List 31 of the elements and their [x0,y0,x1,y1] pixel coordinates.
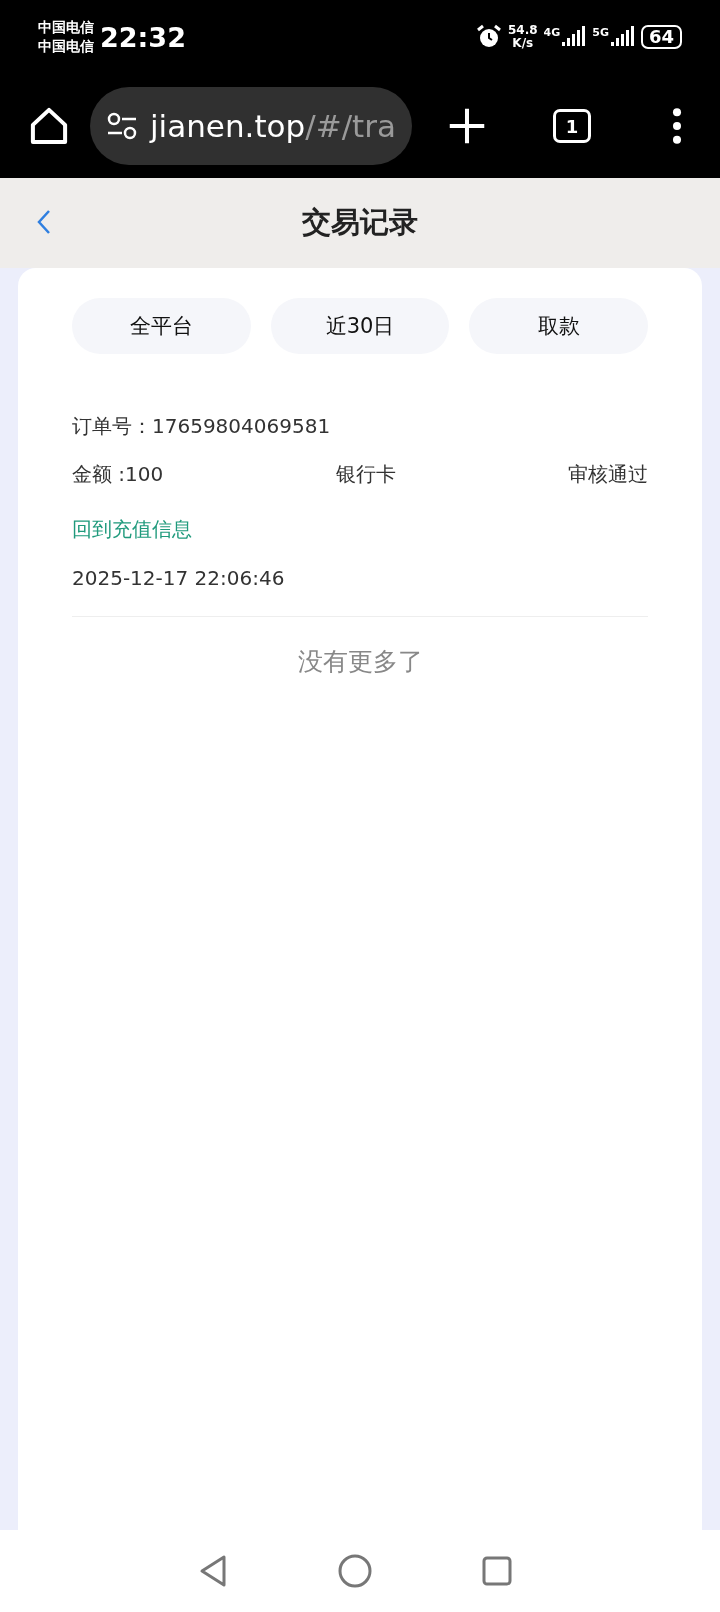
address-bar[interactable]: jianen.top/#/tra [90,87,412,165]
filter-button[interactable]: 全平台 [72,298,251,354]
network-type: 4G [543,26,561,39]
battery-level: 64 [640,25,682,49]
site-settings-icon[interactable] [106,112,138,140]
status-text: 审核通过 [568,461,648,488]
carrier-name: 中国电信 [38,37,94,56]
amount-text: 金额 :100 [72,461,164,488]
back-icon[interactable] [36,208,52,236]
order-number: 订单号：17659804069581 [72,413,332,440]
clock-time: 22:32 [100,21,186,53]
signal-icon [562,26,587,48]
tab-count-button[interactable]: 1 [553,109,591,143]
network-speed: 54.8 [507,24,538,37]
page-title: 交易记录 [302,204,418,241]
home-nav-icon[interactable] [338,1554,372,1588]
recents-nav-icon[interactable] [482,1556,512,1586]
url-host: jianen.top [150,108,306,144]
filter-button[interactable]: 近30日 [270,298,450,354]
end-of-list-text: 没有更多了 [296,646,424,678]
url-path: /#/tra [305,108,396,144]
record-time: 2025-12-17 22:06:46 [72,565,286,592]
recharge-info-link[interactable]: 回到充值信息 [72,504,192,554]
carrier-name: 中国电信 [38,18,94,37]
back-nav-icon[interactable] [198,1554,228,1588]
alarm-icon [475,24,502,50]
payment-method: 银行卡 [335,461,396,488]
network-type: 5G [592,26,609,39]
signal-icon [610,26,635,48]
filter-button[interactable]: 取款 [469,298,648,354]
network-speed: K/s [512,37,534,50]
